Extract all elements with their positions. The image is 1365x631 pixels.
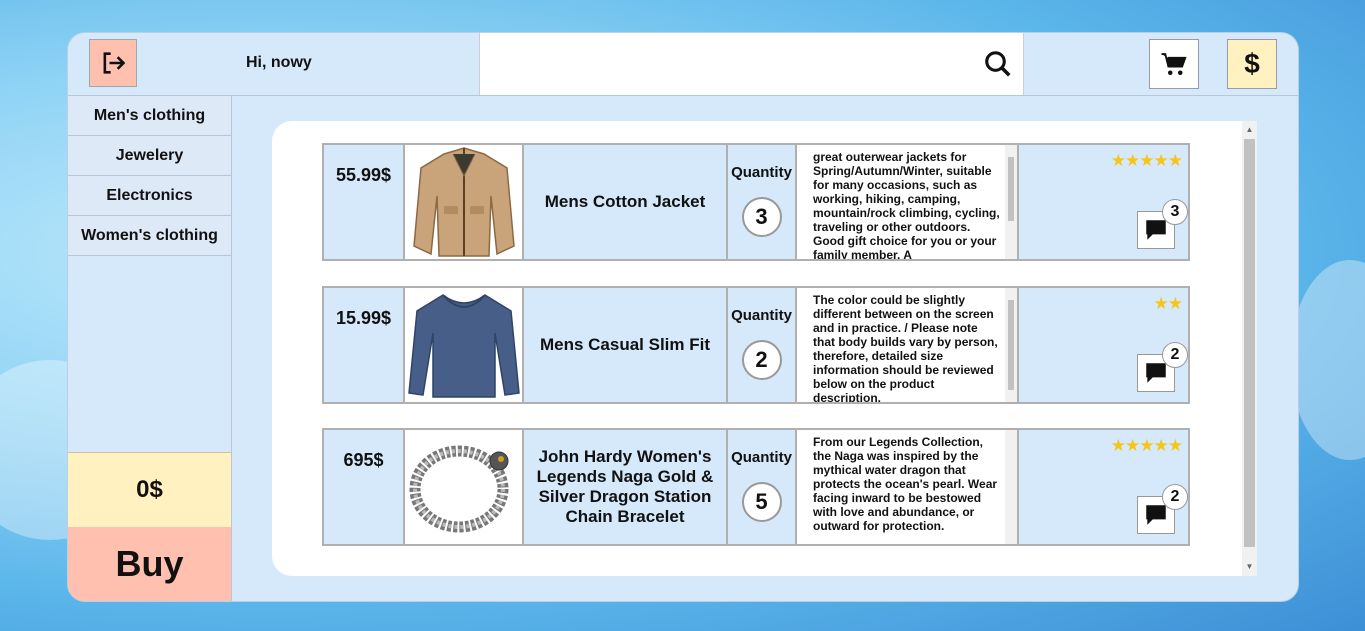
product-image (405, 145, 524, 259)
quantity-value[interactable]: 3 (741, 197, 782, 237)
cart-button[interactable] (1149, 39, 1199, 89)
description-text: The color could be slightly different be… (813, 293, 998, 402)
background-flower (1290, 260, 1365, 460)
shirt-image (407, 294, 520, 398)
product-image (405, 430, 524, 544)
product-image (405, 288, 524, 402)
product-row: 55.99$ Mens Cotton Jacket Quantity 3 gre… (322, 143, 1190, 261)
balance-button[interactable]: $ (1227, 39, 1277, 89)
product-price: 55.99$ (324, 145, 405, 259)
description-text: great outerwear jackets for Spring/Autum… (813, 150, 1000, 259)
product-description[interactable]: The color could be slightly different be… (797, 288, 1019, 402)
quantity-label: Quantity (731, 307, 792, 324)
product-price: 15.99$ (324, 288, 405, 402)
quantity-cell: Quantity 3 (728, 145, 797, 259)
scroll-down-arrow[interactable]: ▼ (1242, 560, 1257, 574)
quantity-cell: Quantity 5 (728, 430, 797, 544)
scroll-thumb[interactable] (1244, 139, 1255, 547)
rating-cell: ★★★★★ 3 (1019, 145, 1188, 259)
user-greeting: Hi, nowy (246, 54, 312, 71)
description-scrollbar[interactable] (1005, 430, 1017, 544)
dollar-icon: $ (1244, 48, 1260, 79)
star-rating: ★★★★★ (1110, 436, 1183, 455)
description-scrollbar[interactable] (1005, 288, 1017, 402)
description-scrollbar[interactable] (1005, 145, 1017, 259)
scroll-up-arrow[interactable]: ▲ (1242, 123, 1257, 137)
product-name: John Hardy Women's Legends Naga Gold & S… (524, 430, 728, 544)
product-name: Mens Cotton Jacket (524, 145, 728, 259)
rating-cell: ★★★★★ 2 (1019, 430, 1188, 544)
star-rating: ★★★★★ (1110, 151, 1183, 170)
category-electronics[interactable]: Electronics (68, 176, 231, 216)
logout-button[interactable] (89, 39, 137, 87)
category-jewelery[interactable]: Jewelery (68, 136, 231, 176)
buy-button[interactable]: Buy (68, 527, 231, 601)
category-sidebar: Men's clothing Jewelery Electronics Wome… (68, 96, 232, 601)
search-input[interactable] (490, 47, 974, 81)
description-text: From our Legends Collection, the Naga wa… (813, 435, 998, 533)
app-window: Hi, nowy $ Men's clothing Jewelery Elect… (67, 32, 1299, 602)
quantity-cell: Quantity 2 (728, 288, 797, 402)
search-icon[interactable] (983, 49, 1013, 79)
list-scrollbar[interactable]: ▲ ▼ (1242, 121, 1257, 576)
product-price: 695$ (324, 430, 405, 544)
search-box (479, 33, 1024, 95)
bracelet-image (409, 445, 508, 533)
star-rating: ★★ (1153, 294, 1184, 313)
quantity-value[interactable]: 5 (741, 482, 782, 522)
quantity-label: Quantity (731, 164, 792, 181)
top-bar: Hi, nowy $ (68, 33, 1298, 96)
category-womens-clothing[interactable]: Women's clothing (68, 216, 231, 256)
quantity-label: Quantity (731, 449, 792, 466)
quantity-value[interactable]: 2 (741, 340, 782, 380)
comment-count: 2 (1162, 342, 1188, 368)
comment-count: 2 (1162, 484, 1188, 510)
category-mens-clothing[interactable]: Men's clothing (68, 96, 231, 136)
cart-icon (1161, 53, 1187, 75)
product-name: Mens Casual Slim Fit (524, 288, 728, 402)
jacket-image (412, 147, 515, 257)
logout-icon (103, 52, 126, 74)
product-list: 55.99$ Mens Cotton Jacket Quantity 3 gre… (272, 121, 1257, 576)
product-row: 15.99$ Mens Casual Slim Fit Quantity 2 T… (322, 286, 1190, 404)
product-description[interactable]: great outerwear jackets for Spring/Autum… (797, 145, 1019, 259)
product-row: 695$ John Hardy Women's Legends Naga Gol… (322, 428, 1190, 546)
product-description[interactable]: From our Legends Collection, the Naga wa… (797, 430, 1019, 544)
comment-count: 3 (1162, 199, 1188, 225)
cart-total: 0$ (68, 452, 231, 527)
rating-cell: ★★ 2 (1019, 288, 1188, 402)
